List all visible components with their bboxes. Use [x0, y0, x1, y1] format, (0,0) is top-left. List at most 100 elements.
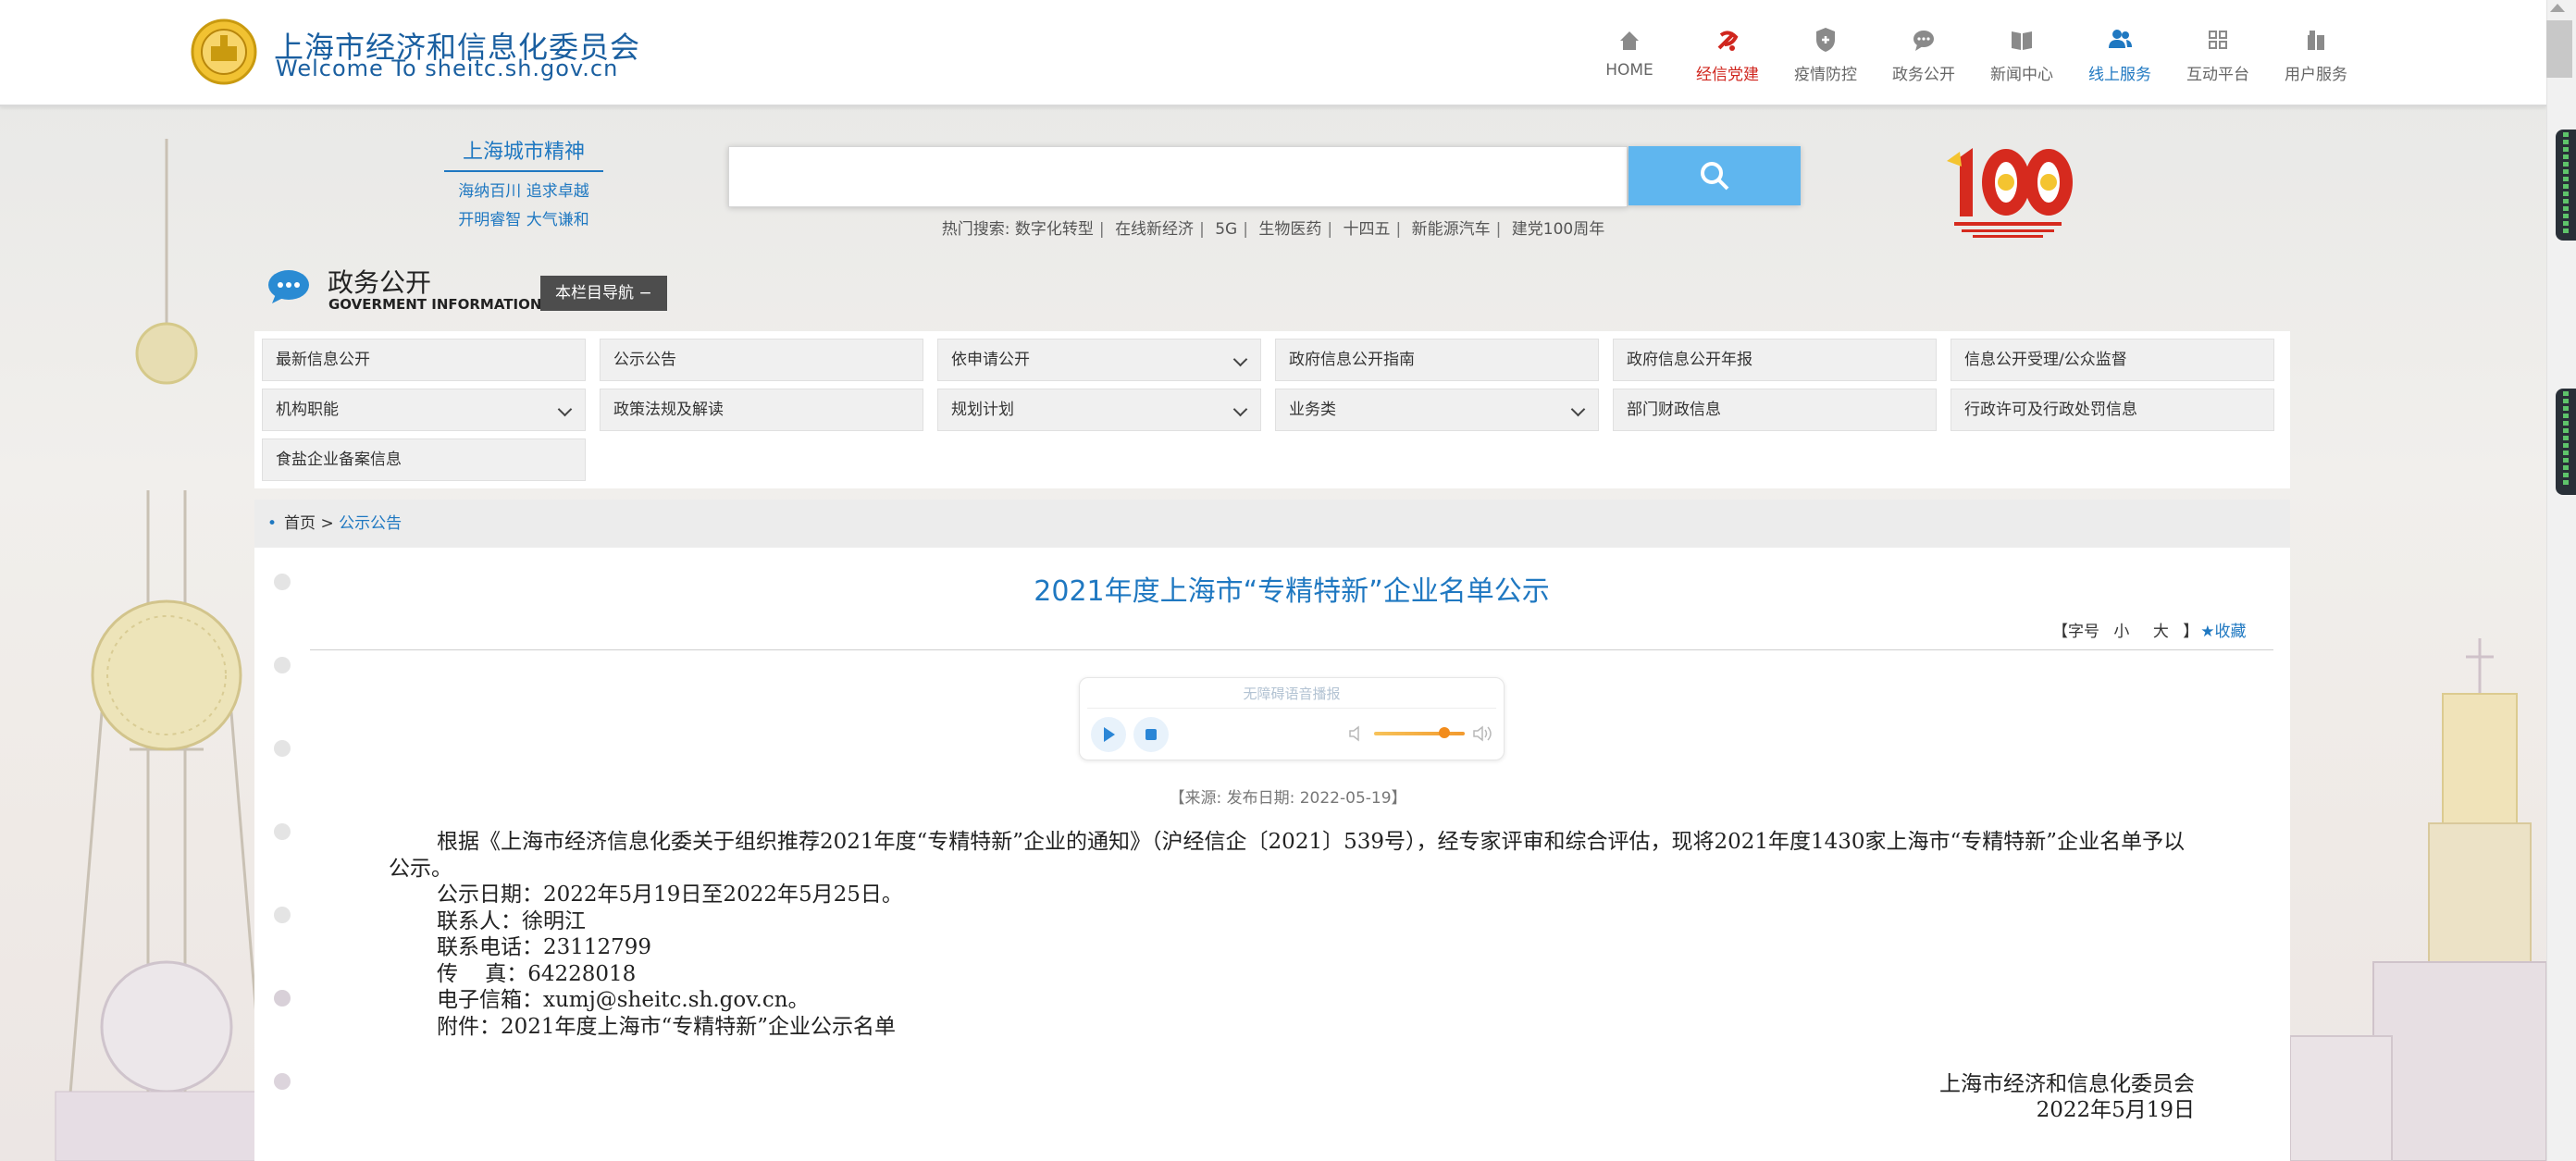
menu-item-plans[interactable]: 规划计划 [937, 389, 1261, 431]
top-navigation: HOME 经信党建 疫情防控 政务公开 新闻中心 线上服务 互动平台 用户服务 [1580, 24, 2365, 84]
article-paragraph: 电子信箱：xumj@sheitc.sh.gov.cn。 [437, 988, 810, 1012]
hot-search-term[interactable]: 十四五 [1343, 220, 1390, 239]
volume-slider[interactable] [1374, 732, 1465, 735]
nav-gov-affairs[interactable]: 政务公开 [1875, 24, 1973, 84]
section-nav-toggle-button[interactable]: 本栏目导航 − [540, 276, 667, 311]
menu-item-label: 机构职能 [276, 401, 339, 419]
favorite-button[interactable]: ★收藏 [2200, 623, 2246, 641]
nav-news[interactable]: 新闻中心 [1973, 24, 2071, 84]
menu-item-licensing-penalties[interactable]: 行政许可及行政处罚信息 [1951, 389, 2274, 431]
side-dot[interactable] [274, 574, 291, 590]
side-dot[interactable] [274, 823, 291, 840]
chevron-down-icon [557, 401, 573, 417]
stop-button[interactable] [1133, 717, 1169, 752]
book-icon [2012, 31, 2032, 50]
hot-search-term[interactable]: 在线新经济 [1115, 220, 1194, 239]
play-button[interactable] [1091, 717, 1126, 752]
menu-item-label: 行政许可及行政处罚信息 [1964, 401, 2137, 419]
article-paragraph: 根据《上海市经济信息化委关于组织推荐2021年度“专精特新”企业的通知》（沪经信… [389, 830, 2186, 881]
side-dot[interactable] [274, 657, 291, 673]
article-source-date: 【来源: 发布日期: 2022-05-19】 [1169, 789, 1407, 808]
menu-item-institutions[interactable]: 机构职能 [262, 389, 586, 431]
search-button[interactable] [1629, 146, 1801, 205]
nav-epidemic[interactable]: 疫情防控 [1777, 24, 1875, 84]
party-emblem-icon [1717, 31, 1739, 51]
side-widget-top[interactable] [2556, 130, 2576, 241]
audio-player-label: 无障碍语音播报 [1243, 685, 1341, 702]
nav-interaction[interactable]: 互动平台 [2169, 24, 2267, 84]
menu-item-label: 最新信息公开 [276, 351, 370, 369]
chevron-down-icon [1570, 401, 1586, 417]
chevron-down-icon [1232, 401, 1248, 417]
hot-search-term[interactable]: 5G [1215, 220, 1237, 239]
search-input[interactable] [729, 147, 1627, 206]
users-icon [2109, 30, 2132, 48]
audio-player: 无障碍语音播报 [1079, 677, 1505, 760]
shield-icon [1816, 28, 1835, 52]
stop-icon [1146, 729, 1157, 740]
hot-search-term[interactable]: 建党100周年 [1512, 220, 1604, 239]
nav-user-service[interactable]: 用户服务 [2267, 24, 2365, 84]
emblem-logo-icon[interactable] [187, 19, 261, 85]
font-size-bracket: 】 [2183, 623, 2199, 641]
search-icon [1701, 162, 1729, 191]
party-100th-anniversary-badge-icon[interactable] [1941, 139, 2074, 239]
nav-label: HOME [1605, 61, 1653, 80]
font-small-button[interactable]: 小 [2113, 623, 2129, 641]
menu-item-annual-report[interactable]: 政府信息公开年报 [1613, 339, 1937, 381]
section-subtitle: GOVERMENT INFORMATION [328, 296, 542, 313]
menu-item-announcements[interactable]: 公示公告 [600, 339, 923, 381]
article-paragraph: 公示日期：2022年5月19日至2022年5月25日。 [437, 883, 903, 907]
side-dot[interactable] [274, 907, 291, 923]
side-dot[interactable] [274, 1073, 291, 1090]
hot-search-term[interactable]: 新能源汽车 [1412, 220, 1491, 239]
volume-up-icon[interactable] [1472, 724, 1494, 743]
scrollbar-thumb[interactable] [2546, 20, 2572, 78]
menu-item-salt-filing[interactable]: 食盐企业备案信息 [262, 438, 586, 481]
nav-label: 互动平台 [2186, 66, 2249, 84]
scroll-up-arrow-icon[interactable] [2550, 4, 2565, 12]
gift-icon [2308, 31, 2324, 50]
volume-slider-handle[interactable] [1439, 727, 1450, 738]
breadcrumb-bullet: • [267, 514, 278, 533]
hot-search-term[interactable]: 数字化转型 [1015, 220, 1094, 239]
menu-item-policies[interactable]: 政策法规及解读 [600, 389, 923, 431]
menu-item-label: 部门财政信息 [1627, 401, 1721, 419]
volume-down-icon[interactable] [1348, 724, 1365, 743]
hot-search-bar: 热门搜索: 数字化转型 | 在线新经济 | 5G | 生物医药 | 十四五 | 新能源汽车… [941, 220, 1605, 239]
side-dot[interactable] [274, 740, 291, 757]
article-body: 根据《上海市经济信息化委关于组织推荐2021年度“专精特新”企业的通知》（沪经信… [389, 829, 2195, 1040]
nav-online-service[interactable]: 线上服务 [2071, 24, 2169, 84]
breadcrumb-home-link[interactable]: 首页 [284, 514, 316, 533]
hot-search-label: 热门搜索: [941, 220, 1010, 239]
menu-item-request-disclosure[interactable]: 依申请公开 [937, 339, 1261, 381]
side-dot[interactable] [274, 990, 291, 1007]
info-menu-panel: 最新信息公开 公示公告 依申请公开 政府信息公开指南 政府信息公开年报 信息公开… [254, 331, 2290, 488]
menu-item-label: 信息公开受理/公众监督 [1964, 351, 2127, 369]
gov-info-chat-icon [268, 270, 309, 303]
menu-item-label: 依申请公开 [951, 351, 1030, 369]
menu-item-business[interactable]: 业务类 [1275, 389, 1599, 431]
nav-label: 新闻中心 [1990, 66, 2053, 84]
article-divider [310, 649, 2273, 650]
nav-home[interactable]: HOME [1580, 24, 1678, 84]
nav-label: 经信党建 [1696, 66, 1759, 84]
nav-party-building[interactable]: 经信党建 [1678, 24, 1777, 84]
menu-item-latest-info[interactable]: 最新信息公开 [262, 339, 586, 381]
city-spirit-title: 上海城市精神 [444, 135, 603, 172]
article-paragraph: 传 真：64228018 [437, 961, 637, 986]
section-title: 政务公开 [328, 267, 432, 298]
menu-item-label: 食盐企业备案信息 [276, 451, 402, 469]
menu-item-disclosure-guide[interactable]: 政府信息公开指南 [1275, 339, 1599, 381]
breadcrumb-separator: > [320, 514, 334, 533]
search-box [728, 146, 1628, 207]
attachment-link[interactable]: 附件：2021年度上海市“专精特新”企业公示名单 [389, 1014, 2195, 1041]
menu-item-public-supervision[interactable]: 信息公开受理/公众监督 [1951, 339, 2274, 381]
site-name-en[interactable]: Welcome To sheitc.sh.gov.cn [276, 56, 618, 81]
breadcrumb-current-link[interactable]: 公示公告 [339, 514, 402, 533]
side-widget-bottom[interactable] [2556, 389, 2576, 495]
font-large-button[interactable]: 大 [2153, 623, 2169, 641]
hot-search-term[interactable]: 生物医药 [1258, 220, 1321, 239]
menu-item-finance[interactable]: 部门财政信息 [1613, 389, 1937, 431]
signature-date: 2022年5月19日 [2036, 1098, 2195, 1122]
